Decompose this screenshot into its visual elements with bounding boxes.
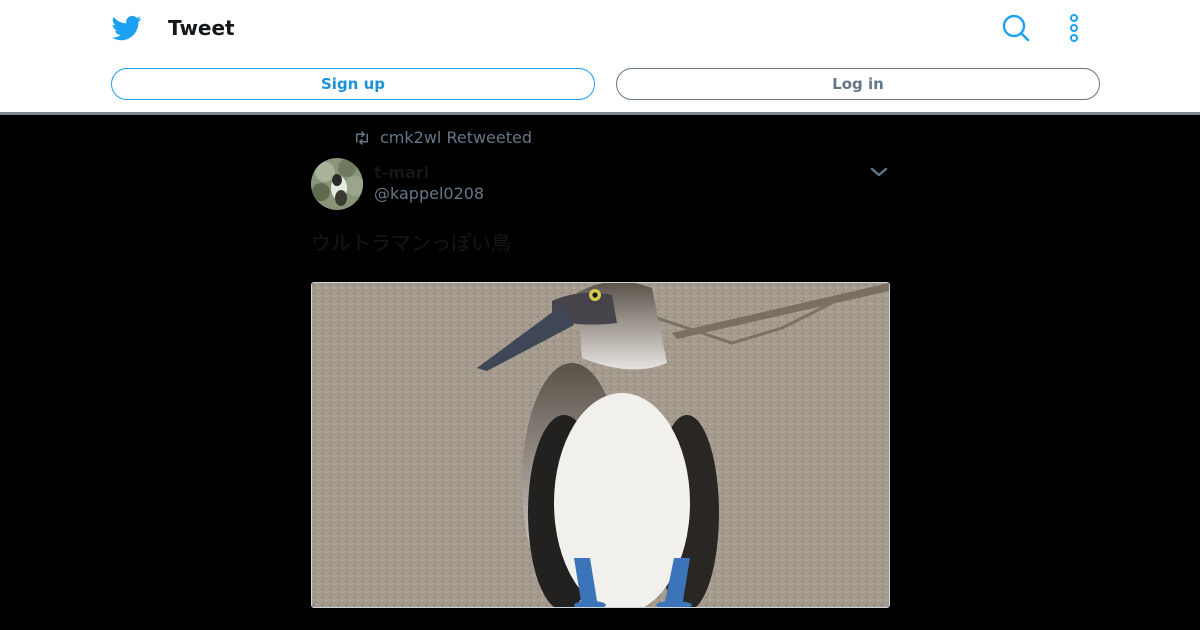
author-handle[interactable]: @kappel0208 xyxy=(374,184,484,204)
avatar[interactable] xyxy=(311,158,363,210)
more-vertical-icon[interactable] xyxy=(1062,13,1086,43)
tweet-text: ウルトラマンっぽい鳥 xyxy=(311,231,511,255)
login-button[interactable]: Log in xyxy=(616,68,1100,100)
signup-button[interactable]: Sign up xyxy=(111,68,595,100)
tweet: cmk2wl Retweeted t-mari @kappel0208 ウルトラ… xyxy=(311,116,890,630)
tweet-media[interactable] xyxy=(311,282,890,608)
author-name[interactable]: t-mari xyxy=(374,163,429,183)
bird-photo xyxy=(312,283,889,607)
chevron-down-icon[interactable] xyxy=(867,162,891,182)
top-bar: Tweet Sign up Log in xyxy=(0,0,1200,115)
retweet-icon xyxy=(356,131,368,145)
avatar-image xyxy=(311,158,363,210)
twitter-bird-icon[interactable] xyxy=(112,13,142,43)
retweet-label[interactable]: cmk2wl Retweeted xyxy=(380,128,532,148)
search-icon[interactable] xyxy=(1001,13,1031,43)
page-title: Tweet xyxy=(168,16,235,40)
retweet-context: cmk2wl Retweeted xyxy=(353,128,532,148)
